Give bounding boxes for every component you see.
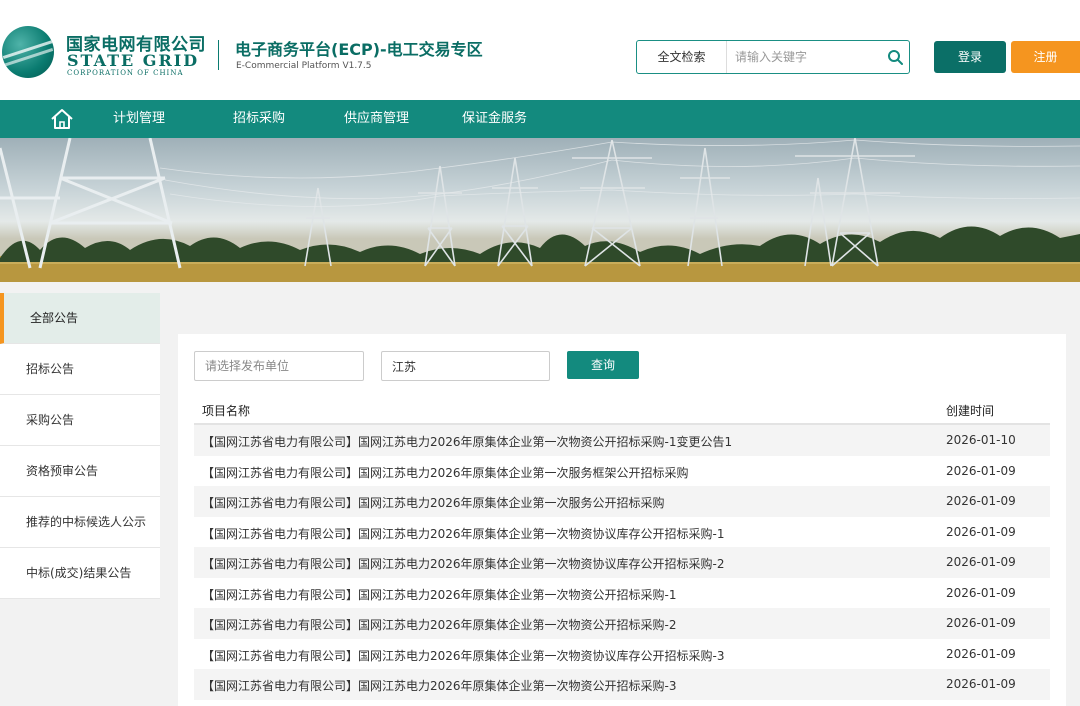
created-date: 2026-01-09 bbox=[946, 585, 1016, 600]
search-box: 全文检索 bbox=[636, 40, 910, 74]
site-header: 国家电网有限公司 STATE GRID CORPORATION OF CHINA… bbox=[0, 0, 1080, 100]
notice-category-sidebar: 全部公告 招标公告 采购公告 资格预审公告 推荐的中标候选人公示 中标(成交)结… bbox=[0, 293, 160, 599]
created-date: 2026-01-09 bbox=[946, 494, 1016, 508]
table-row[interactable]: 【国网江苏省电力有限公司】国网江苏电力2026年原集体企业第一次物资协议库存公开… bbox=[194, 639, 1050, 670]
table-row[interactable]: 【国网江苏省电力有限公司】国网江苏电力2026年原集体企业第一次物资公开招标采购… bbox=[194, 608, 1050, 639]
platform-version: E-Commercial Platform V1.7.5 bbox=[236, 61, 372, 71]
table-row[interactable]: 【国网江苏省电力有限公司】国网江苏电力2026年原集体企业第一次物资公开招标采购… bbox=[194, 578, 1050, 609]
sidebar-item-prequalification-notices[interactable]: 资格预审公告 bbox=[0, 446, 160, 497]
nav-item-plan-management[interactable]: 计划管理 bbox=[113, 100, 165, 138]
register-button[interactable]: 注册 bbox=[1011, 41, 1080, 73]
created-date: 2026-01-09 bbox=[946, 677, 1016, 691]
project-name-link[interactable]: 【国网江苏省电力有限公司】国网江苏电力2026年原集体企业第一次物资协议库存公开… bbox=[202, 525, 725, 542]
table-row[interactable]: 【国网江苏省电力有限公司】国网江苏电力2026年原集体企业第一次服务公开招标采购… bbox=[194, 486, 1050, 517]
project-name-link[interactable]: 【国网江苏省电力有限公司】国网江苏电力2026年原集体企业第一次物资公开招标采购… bbox=[202, 586, 677, 603]
table-row[interactable]: 【国网江苏省电力有限公司】国网江苏电力2026年原集体企业第一次物资协议库存公开… bbox=[194, 517, 1050, 548]
search-input[interactable] bbox=[729, 41, 879, 73]
nav-item-tender-procurement[interactable]: 招标采购 bbox=[233, 100, 285, 138]
power-tower-banner bbox=[0, 138, 1080, 282]
table-body: 【国网江苏省电力有限公司】国网江苏电力2026年原集体企业第一次物资公开招标采购… bbox=[194, 425, 1050, 700]
region-input[interactable] bbox=[381, 351, 550, 381]
sidebar-item-award-result-notices[interactable]: 中标(成交)结果公告 bbox=[0, 548, 160, 599]
created-date: 2026-01-09 bbox=[946, 463, 1016, 478]
table-row[interactable]: 【国网江苏省电力有限公司】国网江苏电力2026年原集体企业第一次物资协议库存公开… bbox=[194, 547, 1050, 578]
project-name-link[interactable]: 【国网江苏省电力有限公司】国网江苏电力2026年原集体企业第一次服务公开招标采购 bbox=[202, 494, 665, 511]
state-grid-logo[interactable]: 国家电网有限公司 STATE GRID CORPORATION OF CHINA bbox=[0, 26, 210, 86]
login-button[interactable]: 登录 bbox=[934, 41, 1006, 73]
project-name-link[interactable]: 【国网江苏省电力有限公司】国网江苏电力2026年原集体企业第一次物资公开招标采购… bbox=[202, 616, 677, 633]
banner-image bbox=[0, 138, 1080, 282]
logo-english-name: STATE GRID bbox=[67, 51, 200, 70]
table-header: 项目名称 创建时间 bbox=[194, 394, 1050, 425]
logo-english-subname: CORPORATION OF CHINA bbox=[67, 69, 184, 77]
table-row[interactable]: 【国网江苏省电力有限公司】国网江苏电力2026年原集体企业第一次服务框架公开招标… bbox=[194, 456, 1050, 487]
search-icon[interactable] bbox=[887, 49, 903, 65]
created-date: 2026-01-09 bbox=[946, 616, 1016, 630]
notice-table: 项目名称 创建时间 【国网江苏省电力有限公司】国网江苏电力2026年原集体企业第… bbox=[194, 394, 1050, 700]
project-name-link[interactable]: 【国网江苏省电力有限公司】国网江苏电力2026年原集体企业第一次服务框架公开招标… bbox=[202, 464, 689, 481]
globe-logo-icon bbox=[2, 26, 54, 78]
sidebar-item-tender-notices[interactable]: 招标公告 bbox=[0, 344, 160, 395]
table-row[interactable]: 【国网江苏省电力有限公司】国网江苏电力2026年原集体企业第一次物资公开招标采购… bbox=[194, 425, 1050, 456]
created-date: 2026-01-09 bbox=[946, 524, 1016, 539]
header-divider bbox=[218, 40, 219, 70]
created-date: 2026-01-10 bbox=[946, 433, 1016, 447]
column-header-created-time: 创建时间 bbox=[946, 404, 995, 418]
sidebar-item-all-notices[interactable]: 全部公告 bbox=[0, 293, 160, 344]
table-row[interactable]: 【国网江苏省电力有限公司】国网江苏电力2026年原集体企业第一次物资公开招标采购… bbox=[194, 669, 1050, 700]
project-name-link[interactable]: 【国网江苏省电力有限公司】国网江苏电力2026年原集体企业第一次物资协议库存公开… bbox=[202, 647, 725, 664]
column-header-project-name: 项目名称 bbox=[202, 404, 251, 418]
search-type-select[interactable]: 全文检索 bbox=[637, 41, 727, 73]
nav-item-deposit-service[interactable]: 保证金服务 bbox=[462, 100, 527, 138]
nav-item-supplier-management[interactable]: 供应商管理 bbox=[344, 100, 409, 138]
created-date: 2026-01-09 bbox=[946, 555, 1016, 569]
project-name-link[interactable]: 【国网江苏省电力有限公司】国网江苏电力2026年原集体企业第一次物资公开招标采购… bbox=[202, 677, 677, 694]
home-icon[interactable] bbox=[50, 108, 74, 130]
notice-list-panel: 查询 项目名称 创建时间 【国网江苏省电力有限公司】国网江苏电力2026年原集体… bbox=[178, 334, 1066, 706]
created-date: 2026-01-09 bbox=[946, 646, 1016, 661]
platform-title: 电子商务平台(ECP)-电工交易专区 bbox=[235, 40, 483, 59]
query-button[interactable]: 查询 bbox=[567, 351, 639, 379]
project-name-link[interactable]: 【国网江苏省电力有限公司】国网江苏电力2026年原集体企业第一次物资协议库存公开… bbox=[202, 555, 725, 572]
sidebar-item-candidate-publicity[interactable]: 推荐的中标候选人公示 bbox=[0, 497, 160, 548]
project-name-link[interactable]: 【国网江苏省电力有限公司】国网江苏电力2026年原集体企业第一次物资公开招标采购… bbox=[202, 433, 732, 450]
main-nav: 计划管理 招标采购 供应商管理 保证金服务 bbox=[0, 100, 1080, 138]
sidebar-item-procurement-notices[interactable]: 采购公告 bbox=[0, 395, 160, 446]
publishing-unit-select[interactable] bbox=[194, 351, 364, 381]
